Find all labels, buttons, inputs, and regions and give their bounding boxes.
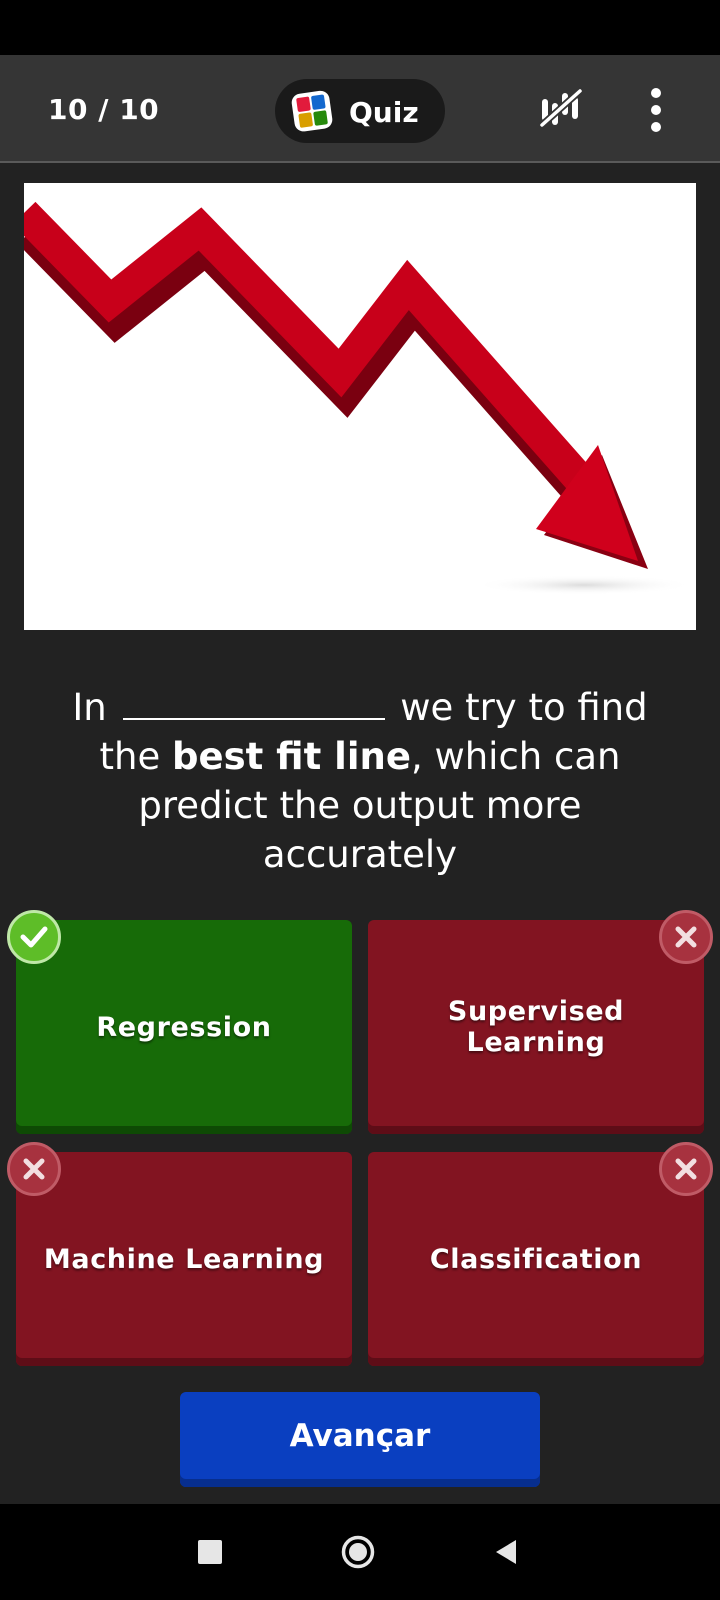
status-bar [0, 0, 720, 55]
question-prefix: In [72, 686, 107, 729]
question-emphasis: best fit line [171, 735, 411, 778]
answer-option-label: Supervised Learning [447, 996, 625, 1058]
home-icon[interactable] [341, 1535, 375, 1569]
check-icon [7, 910, 61, 964]
answer-option-machine-learning[interactable]: Machine Learning [16, 1152, 352, 1366]
stats-icon[interactable] [538, 87, 584, 131]
downward-trend-arrow-icon [24, 201, 694, 595]
question-counter: 10 / 10 [48, 93, 160, 126]
close-icon [659, 910, 713, 964]
close-icon [659, 1142, 713, 1196]
answer-option-regression[interactable]: Regression [16, 920, 352, 1134]
more-vert-icon[interactable] [636, 85, 676, 135]
answer-blank [122, 688, 385, 720]
answer-option-label: Classification [429, 1243, 643, 1275]
answer-option-label: Machine Learning [43, 1243, 325, 1275]
top-bar: 10 / 10 Quiz [0, 55, 720, 163]
question-text: In we try to find the best fit line, whi… [40, 683, 680, 879]
close-icon [7, 1142, 61, 1196]
back-icon[interactable] [494, 1538, 518, 1566]
quiz-logo-icon [291, 90, 333, 132]
answer-option-label: Regression [96, 1011, 272, 1043]
advance-button[interactable]: Avançar [180, 1392, 540, 1487]
question-image [24, 183, 696, 630]
answer-option-classification[interactable]: Classification [368, 1152, 704, 1366]
quiz-title-pill: Quiz [275, 79, 445, 143]
recents-icon[interactable] [198, 1540, 222, 1564]
quiz-title: Quiz [349, 96, 419, 129]
answer-option-supervised-learning[interactable]: Supervised Learning [368, 920, 704, 1134]
system-nav-bar [0, 1504, 720, 1600]
